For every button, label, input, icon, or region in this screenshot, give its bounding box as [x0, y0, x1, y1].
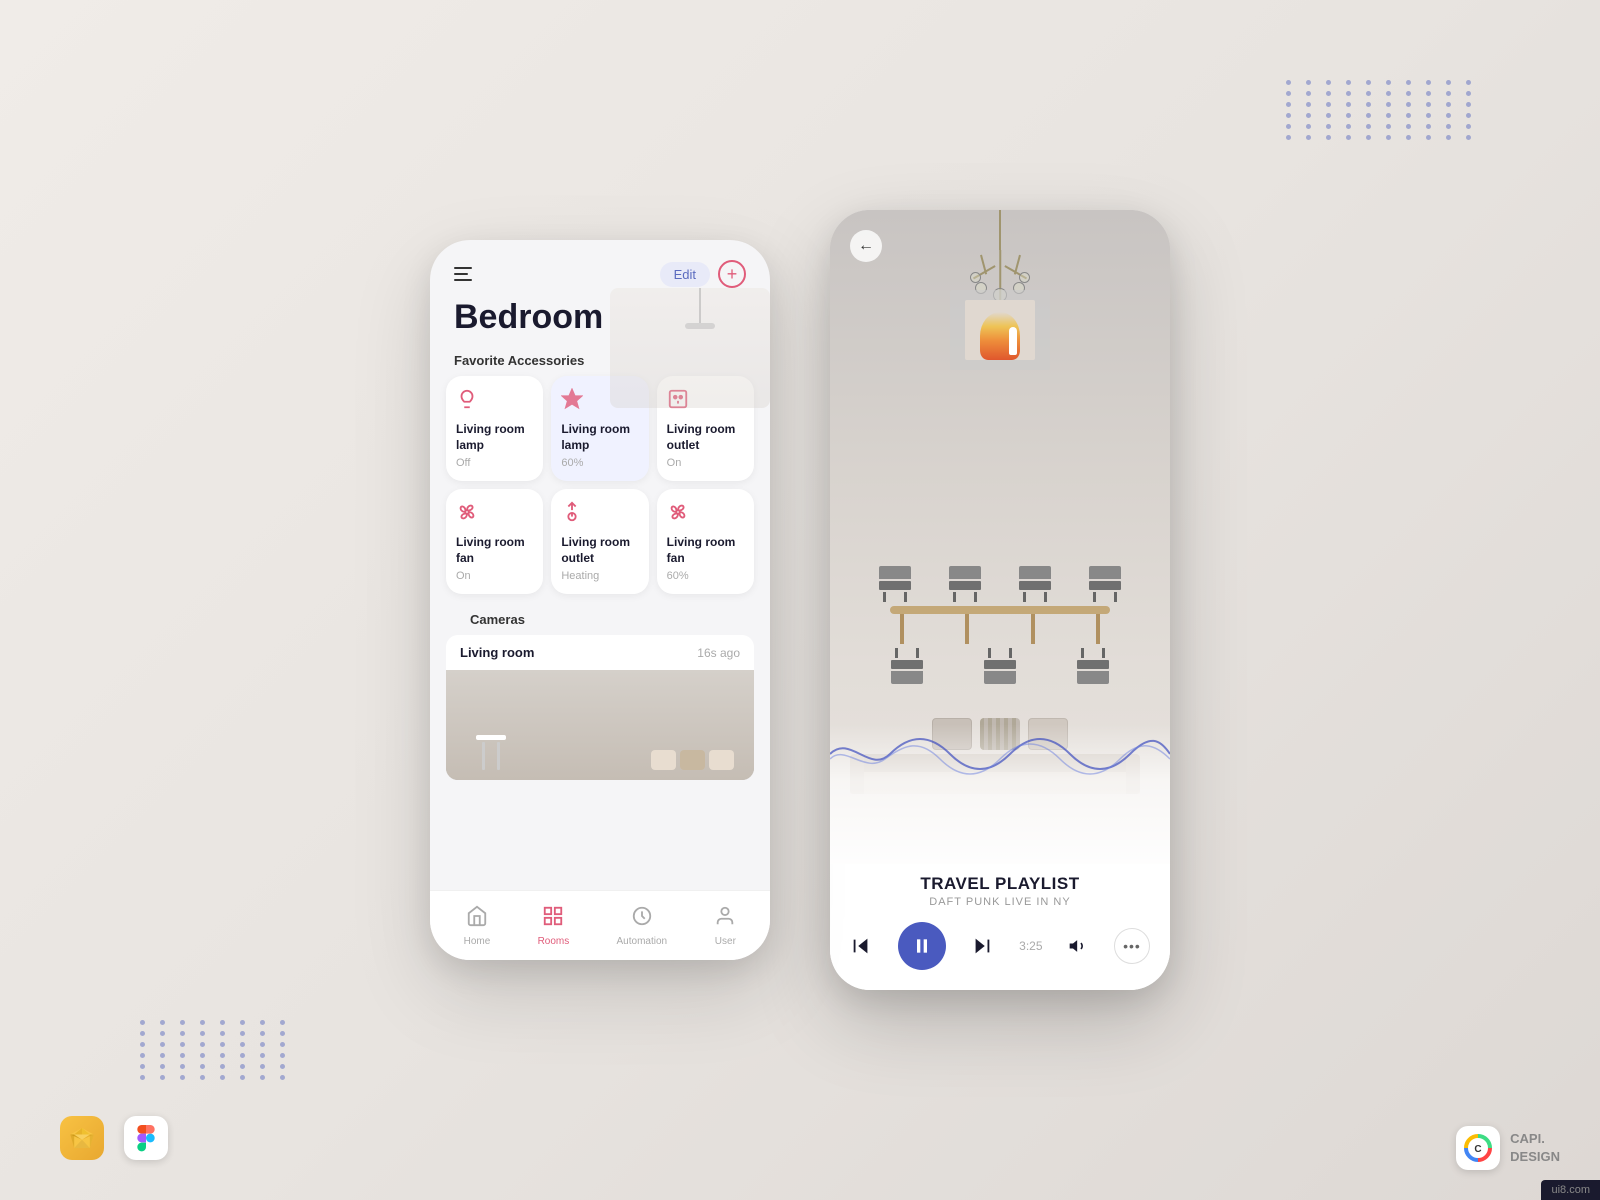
phone-right: ← TRAVEL PLAYLIST DAFT PUNK LIVE IN NY: [830, 210, 1170, 990]
edit-button[interactable]: Edit: [660, 262, 710, 287]
camera-scene: [446, 670, 754, 780]
automation-icon: [631, 905, 653, 933]
ui8-badge: ui8.com: [1541, 1180, 1600, 1200]
more-button[interactable]: •••: [1114, 928, 1150, 964]
wave-visualizer: [830, 724, 1170, 784]
figma-logo: [124, 1116, 168, 1160]
watermark: C CAPI. DESIGN: [1456, 1126, 1560, 1170]
lamp2-status: 60%: [561, 457, 638, 469]
header-right: Edit +: [660, 260, 746, 288]
watermark-text: CAPI. DESIGN: [1510, 1130, 1560, 1166]
nav-rooms[interactable]: Rooms: [528, 900, 580, 952]
camera-stool: [476, 735, 506, 770]
phone-left: Edit + Bedroom Favorite Accessories: [430, 240, 770, 960]
back-button[interactable]: ←: [850, 230, 882, 262]
accessory-card-fan1[interactable]: Living room fan On: [446, 489, 543, 594]
camera-pillows: [651, 750, 734, 770]
room-photo: ←: [830, 210, 1170, 864]
phones-container: Edit + Bedroom Favorite Accessories: [430, 210, 1170, 990]
time-label: 3:25: [1019, 939, 1042, 953]
automation-label: Automation: [617, 936, 668, 947]
nav-user[interactable]: User: [704, 900, 746, 952]
sketch-logo: [60, 1116, 104, 1160]
camera-header: Living room 16s ago: [446, 635, 754, 670]
fan2-status: 60%: [667, 570, 744, 582]
dots-top-right: [1286, 80, 1480, 140]
lamp1-status: Off: [456, 457, 533, 469]
lamp1-name: Living room lamp: [456, 422, 533, 453]
lamp-icon: [456, 388, 533, 416]
camera-time: 16s ago: [697, 646, 740, 660]
outlet2-name: Living room outlet: [561, 535, 638, 566]
capi-icon: C: [1456, 1126, 1500, 1170]
outlet2-status: Heating: [561, 570, 638, 582]
outlet1-status: On: [667, 457, 744, 469]
phone-content: Edit + Bedroom Favorite Accessories: [430, 240, 770, 890]
cameras-label: Cameras: [446, 604, 754, 635]
next-button[interactable]: [971, 935, 993, 957]
accessory-card-lamp1[interactable]: Living room lamp Off: [446, 376, 543, 481]
fan1-icon: [456, 501, 533, 529]
bottom-nav: Home Rooms: [430, 890, 770, 960]
bottom-logos: [60, 1116, 168, 1160]
camera-name: Living room: [460, 645, 534, 660]
volume-button[interactable]: [1068, 936, 1088, 956]
outlet2-icon: [561, 501, 638, 529]
track-subtitle: DAFT PUNK LIVE IN NY: [850, 896, 1150, 908]
accessory-card-fan2[interactable]: Living room fan 60%: [657, 489, 754, 594]
home-label: Home: [464, 936, 491, 947]
track-title: TRAVEL PLAYLIST: [850, 874, 1150, 894]
lamp2-name: Living room lamp: [561, 422, 638, 453]
user-label: User: [715, 936, 736, 947]
camera-feed[interactable]: [446, 670, 754, 780]
fan2-icon: [667, 501, 744, 529]
nav-automation[interactable]: Automation: [607, 900, 678, 952]
svg-text:C: C: [1475, 1144, 1482, 1155]
room-title-area: Bedroom: [430, 298, 770, 345]
accessories-grid: Living room lamp Off Living room lamp 60…: [430, 376, 770, 594]
outlet1-name: Living room outlet: [667, 422, 744, 453]
fan1-name: Living room fan: [456, 535, 533, 566]
accessory-card-outlet2[interactable]: Living room outlet Heating: [551, 489, 648, 594]
fan1-status: On: [456, 570, 533, 582]
rooms-icon: [542, 905, 564, 933]
dots-bottom-left: [140, 1020, 294, 1080]
music-player: TRAVEL PLAYLIST DAFT PUNK LIVE IN NY: [830, 864, 1170, 990]
rooms-label: Rooms: [538, 936, 570, 947]
menu-icon[interactable]: [454, 267, 472, 281]
player-controls: 3:25 •••: [850, 922, 1150, 970]
prev-button[interactable]: [850, 935, 872, 957]
nav-home[interactable]: Home: [454, 900, 501, 952]
play-pause-button[interactable]: [898, 922, 946, 970]
fan2-name: Living room fan: [667, 535, 744, 566]
room-scene: ←: [830, 210, 1170, 864]
home-icon: [466, 905, 488, 933]
add-button[interactable]: +: [718, 260, 746, 288]
user-icon: [714, 905, 736, 933]
cameras-section: Cameras Living room 16s ago: [430, 594, 770, 890]
back-icon: ←: [858, 237, 874, 255]
